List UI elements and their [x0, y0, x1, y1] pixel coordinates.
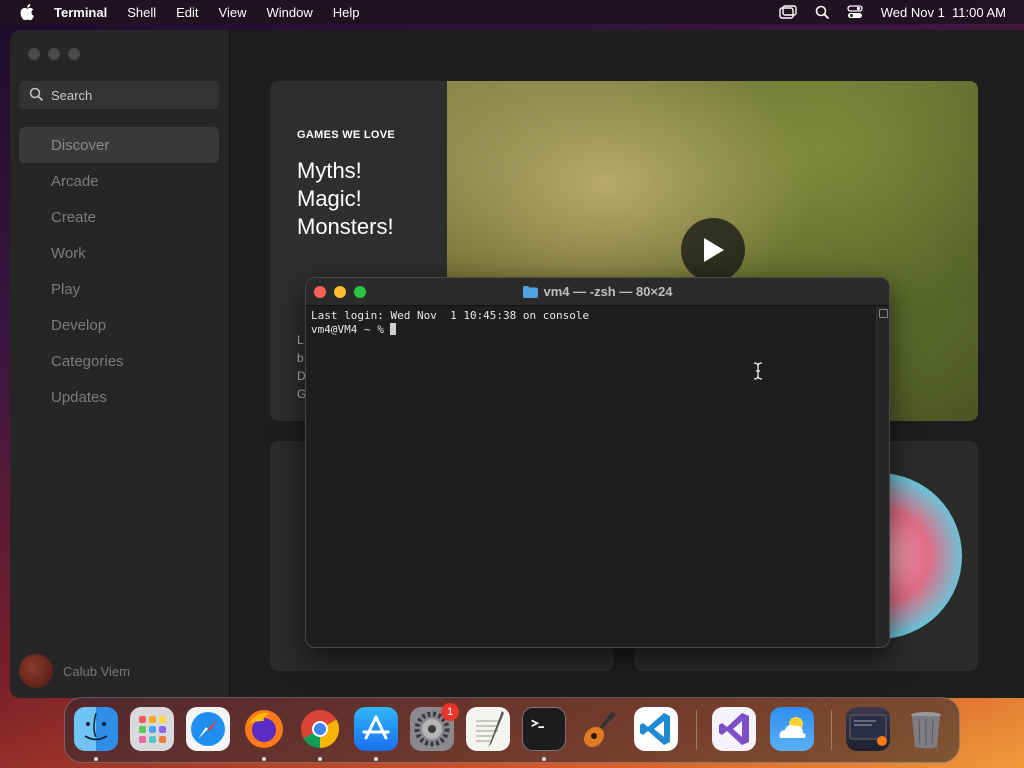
search-placeholder: Search: [51, 87, 93, 103]
account-button[interactable]: Calub Viem: [19, 654, 130, 688]
dock-visual-studio[interactable]: [712, 707, 756, 751]
dock-downloads-stack[interactable]: [846, 707, 890, 751]
featured-headline: Myths! Magic! Monsters!: [297, 158, 394, 239]
text-cursor: [390, 323, 397, 335]
dock-weather[interactable]: [770, 707, 814, 751]
play-icon: [704, 238, 724, 262]
downloads-stack-icon: [849, 714, 887, 746]
menu-app-terminal[interactable]: Terminal: [54, 5, 107, 20]
menu-view[interactable]: View: [219, 5, 247, 20]
sidebar-item-discover[interactable]: Discover: [19, 127, 219, 163]
trash-icon: [911, 712, 941, 749]
close-button[interactable]: [28, 48, 40, 60]
dock-garageband[interactable]: [578, 707, 622, 751]
sidebar-item-work[interactable]: Work: [19, 235, 219, 271]
sidebar-item-develop[interactable]: Develop: [19, 307, 219, 343]
sidebar-item-categories[interactable]: Categories: [19, 343, 219, 379]
scroll-split-icon[interactable]: [879, 309, 888, 318]
minimize-button[interactable]: [48, 48, 60, 60]
featured-eyebrow: GAMES WE LOVE: [297, 129, 396, 141]
zoom-button[interactable]: [68, 48, 80, 60]
dock-safari[interactable]: [186, 707, 230, 751]
finder-icon: [84, 712, 108, 741]
dock-finder[interactable]: [74, 707, 118, 751]
sidebar-item-play[interactable]: Play: [19, 271, 219, 307]
folder-icon: [522, 285, 538, 298]
running-indicator: [94, 757, 98, 761]
guitar-icon: [583, 711, 616, 748]
sidebar-item-create[interactable]: Create: [19, 199, 219, 235]
dock-terminal[interactable]: [522, 707, 566, 751]
app-store-icon: [362, 715, 390, 740]
menu-edit[interactable]: Edit: [176, 5, 198, 20]
notification-badge: 1: [441, 703, 459, 721]
zoom-button[interactable]: [354, 286, 366, 298]
sidebar-item-arcade[interactable]: Arcade: [19, 163, 219, 199]
apple-menu-icon[interactable]: [20, 4, 34, 20]
dock: 1: [64, 697, 960, 763]
chrome-icon: [301, 710, 340, 749]
terminal-icon: [531, 719, 544, 728]
visual-studio-icon: [719, 713, 749, 745]
running-indicator: [262, 757, 266, 761]
terminal-window[interactable]: vm4 — -zsh — 80×24 Last login: Wed Nov 1…: [305, 277, 890, 648]
menu-help[interactable]: Help: [333, 5, 360, 20]
terminal-title: vm4 — -zsh — 80×24: [543, 284, 673, 299]
window-controls: [314, 286, 366, 298]
spotlight-search-icon[interactable]: [815, 5, 829, 19]
menu-bar: Terminal Shell Edit View Window Help Wed…: [0, 0, 1024, 24]
play-video-button[interactable]: [681, 218, 745, 282]
window-controls-inactive: [28, 48, 80, 60]
dock-textedit[interactable]: [466, 707, 510, 751]
safari-compass-icon: [191, 712, 225, 746]
dock-trash[interactable]: [904, 707, 948, 751]
menu-window[interactable]: Window: [267, 5, 313, 20]
menu-shell[interactable]: Shell: [127, 5, 156, 20]
terminal-titlebar[interactable]: vm4 — -zsh — 80×24: [306, 278, 889, 306]
terminal-prompt-line: vm4@VM4 ~ %: [311, 323, 872, 337]
dock-separator: [831, 710, 832, 750]
stage-manager-icon[interactable]: [779, 5, 797, 19]
terminal-line: Last login: Wed Nov 1 10:45:38 on consol…: [311, 309, 590, 322]
sidebar-item-updates[interactable]: Updates: [19, 379, 219, 415]
ibeam-cursor-icon: [753, 362, 763, 385]
avatar: [19, 654, 53, 688]
textedit-icon: [476, 711, 504, 747]
dock-vscode[interactable]: [634, 707, 678, 751]
close-button[interactable]: [314, 286, 326, 298]
firefox-icon: [245, 710, 283, 748]
app-store-sidebar: Search Discover Arcade Create Work Play …: [10, 30, 230, 698]
dock-firefox[interactable]: [242, 707, 286, 751]
user-name: Calub Viem: [63, 663, 130, 679]
running-indicator: [542, 757, 546, 761]
sidebar-nav: Discover Arcade Create Work Play Develop…: [19, 127, 219, 415]
dock-launchpad[interactable]: [130, 707, 174, 751]
minimize-button[interactable]: [334, 286, 346, 298]
vscode-icon: [640, 713, 670, 745]
dock-separator: [696, 710, 697, 750]
running-indicator: [374, 757, 378, 761]
dock-chrome[interactable]: [298, 707, 342, 751]
search-input[interactable]: Search: [19, 81, 219, 109]
terminal-content[interactable]: Last login: Wed Nov 1 10:45:38 on consol…: [306, 307, 877, 647]
search-icon: [29, 87, 51, 104]
launchpad-icon: [139, 716, 166, 743]
control-center-icon[interactable]: [847, 5, 863, 19]
terminal-scrollbar[interactable]: [876, 307, 889, 647]
weather-cloud-icon: [779, 717, 806, 738]
running-indicator: [318, 757, 322, 761]
menubar-clock[interactable]: Wed Nov 1 11:00 AM: [881, 5, 1006, 20]
dock-app-store[interactable]: [354, 707, 398, 751]
